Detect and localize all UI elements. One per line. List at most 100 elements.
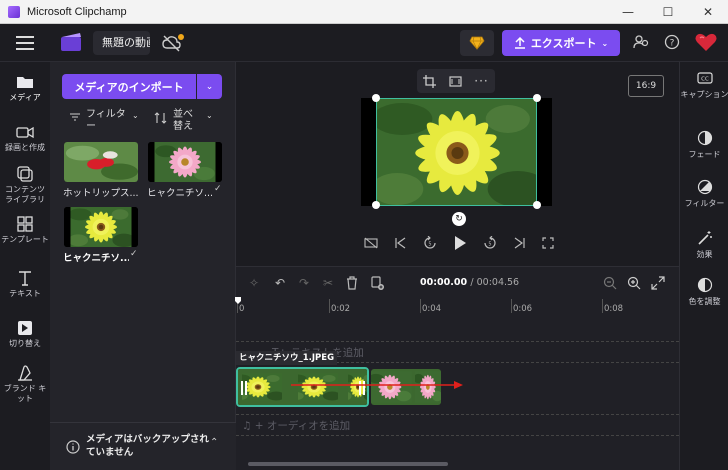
avatar[interactable] <box>694 30 718 54</box>
ruler-label: 0:04 <box>419 299 442 314</box>
fit-icon[interactable] <box>449 75 462 88</box>
svg-text:?: ? <box>670 39 675 49</box>
library-icon <box>17 166 33 182</box>
play-icon[interactable] <box>453 235 467 251</box>
rail-label: 切り替え <box>9 339 41 348</box>
more-options-icon[interactable]: ··· <box>474 74 488 88</box>
split-screen-off-icon[interactable] <box>364 237 378 249</box>
filter-label: フィルター <box>86 109 126 132</box>
duplicate-icon[interactable] <box>369 275 385 291</box>
skip-forward-icon[interactable] <box>514 237 526 249</box>
export-label: エクスポート <box>530 37 597 50</box>
backup-warning[interactable]: メディアはバックアップされていません ⌃ <box>50 422 236 470</box>
rewind-5s-icon[interactable]: 5 <box>423 236 437 250</box>
rail-item-effects[interactable]: 効果 <box>680 230 728 260</box>
cloud-off-icon[interactable] <box>160 32 186 54</box>
media-item-label: ホットリップス... <box>63 188 139 199</box>
media-thumbnail[interactable] <box>64 142 138 182</box>
rail-label: フェード <box>688 150 721 159</box>
rail-item-record[interactable]: 録画と作成 <box>0 124 50 153</box>
aspect-ratio-button[interactable]: 16:9 <box>628 75 664 97</box>
rail-item-filters[interactable]: フィルター <box>680 179 728 209</box>
property-rail: CC キャプション フェード フィルター 効果 色を調整 <box>679 62 728 470</box>
rotate-icon[interactable]: ↻ <box>452 212 466 226</box>
media-item-label: ヒャクニチソ... <box>63 253 129 264</box>
media-thumbnail[interactable] <box>148 142 222 182</box>
rail-item-templates[interactable]: テンプレート <box>0 216 50 245</box>
rail-item-fade[interactable]: フェード <box>680 130 728 160</box>
ruler-label: 0:08 <box>601 299 624 314</box>
trash-icon[interactable] <box>344 275 360 291</box>
magic-wand-icon <box>697 231 712 245</box>
zoom-in-icon[interactable] <box>626 275 642 291</box>
resize-handle[interactable] <box>372 94 380 102</box>
minimize-button[interactable]: — <box>608 0 648 24</box>
zoom-out-icon[interactable] <box>602 275 618 291</box>
help-icon[interactable]: ? <box>663 34 681 52</box>
export-button[interactable]: エクスポート ⌄ <box>502 30 620 56</box>
fit-timeline-icon[interactable] <box>650 275 666 291</box>
timeline: ✧ ↶ ↷ ✂ 00:00.00 / 00:04.56 0 0:02 0:04 … <box>235 266 679 470</box>
rail-item-content-library[interactable]: コンテンツ ライブラリ <box>0 166 50 205</box>
filter-lines-icon <box>70 113 80 121</box>
fade-icon <box>697 130 712 146</box>
import-media-button[interactable]: メディアのインポート <box>62 74 196 99</box>
rail-item-captions[interactable]: CC キャプション <box>680 70 728 100</box>
premium-button[interactable] <box>460 30 494 56</box>
rail-label: テンプレート <box>1 235 49 244</box>
timeline-scrollbar[interactable] <box>248 462 672 466</box>
resize-handle[interactable] <box>533 201 541 209</box>
undo-icon[interactable]: ↶ <box>272 275 288 291</box>
preview-image[interactable] <box>376 98 537 206</box>
rail-label: キャプション <box>680 90 728 99</box>
crop-icon[interactable] <box>423 74 437 88</box>
rail-item-text[interactable]: テキスト <box>0 270 50 299</box>
timeline-ruler[interactable]: 0 0:02 0:04 0:06 0:08 <box>236 299 679 317</box>
redo-icon[interactable]: ↷ <box>296 275 312 291</box>
info-icon <box>66 440 80 454</box>
filter-icon <box>697 179 712 195</box>
chevron-up-icon[interactable]: ⌃ <box>210 437 218 448</box>
folder-icon <box>17 77 33 88</box>
people-icon[interactable] <box>632 34 650 52</box>
resize-handle[interactable] <box>372 201 380 209</box>
title-bar: Microsoft Clipchamp — ☐ ✕ <box>0 0 728 24</box>
scissors-icon[interactable]: ✂ <box>320 275 336 291</box>
media-thumbnail[interactable] <box>64 207 138 247</box>
rail-label: メディア <box>9 93 41 102</box>
media-panel: メディアのインポート ⌄ フィルター ⌄ 並べ替え ⌄ ホットリップス... ヒ… <box>50 62 236 470</box>
rail-label: 色を調整 <box>688 297 721 306</box>
rail-item-color-adjust[interactable]: 色を調整 <box>680 277 728 307</box>
sort-icon <box>154 112 167 124</box>
fullscreen-icon[interactable] <box>542 237 554 249</box>
ruler-label: 0:06 <box>510 299 533 314</box>
clipchamp-logo-icon <box>8 5 20 18</box>
brand-kit-icon <box>18 365 32 381</box>
magic-icon[interactable]: ✧ <box>246 275 262 291</box>
resize-handle[interactable] <box>533 94 541 102</box>
close-button[interactable]: ✕ <box>688 0 728 24</box>
menu-icon[interactable] <box>16 36 34 50</box>
rail-item-transitions[interactable]: 切り替え <box>0 320 50 349</box>
backup-warning-text: メディアはバックアップされていません <box>86 434 209 458</box>
project-name-field[interactable]: 無題の動画 <box>93 31 150 55</box>
maximize-button[interactable]: ☐ <box>648 0 688 24</box>
timecode: 00:00.00 / 00:04.56 <box>420 277 519 288</box>
scrollbar-thumb[interactable] <box>248 462 448 466</box>
audio-track[interactable]: ♫ + オーディオを追加 <box>236 414 679 436</box>
audio-track-label: オーディオを追加 <box>266 420 351 432</box>
drag-arrow-annotation <box>291 381 463 389</box>
rail-item-media[interactable]: メディア <box>0 74 50 103</box>
rail-item-brand-kit[interactable]: ブランド キット <box>0 365 50 404</box>
skip-back-icon[interactable] <box>394 237 406 249</box>
rail-label: コンテンツ ライブラリ <box>5 185 45 204</box>
forward-5s-icon[interactable]: 5 <box>483 236 497 250</box>
svg-text:5: 5 <box>428 242 431 248</box>
transition-icon <box>18 321 32 335</box>
preview-area: ··· 16:9 ↻ 5 5 <box>236 62 679 266</box>
import-options-chevron-icon[interactable]: ⌄ <box>197 74 222 99</box>
project-icon <box>61 33 81 51</box>
trim-handle-left[interactable] <box>241 381 247 395</box>
rail-label: フィルター <box>684 199 725 208</box>
text-icon <box>19 271 31 286</box>
